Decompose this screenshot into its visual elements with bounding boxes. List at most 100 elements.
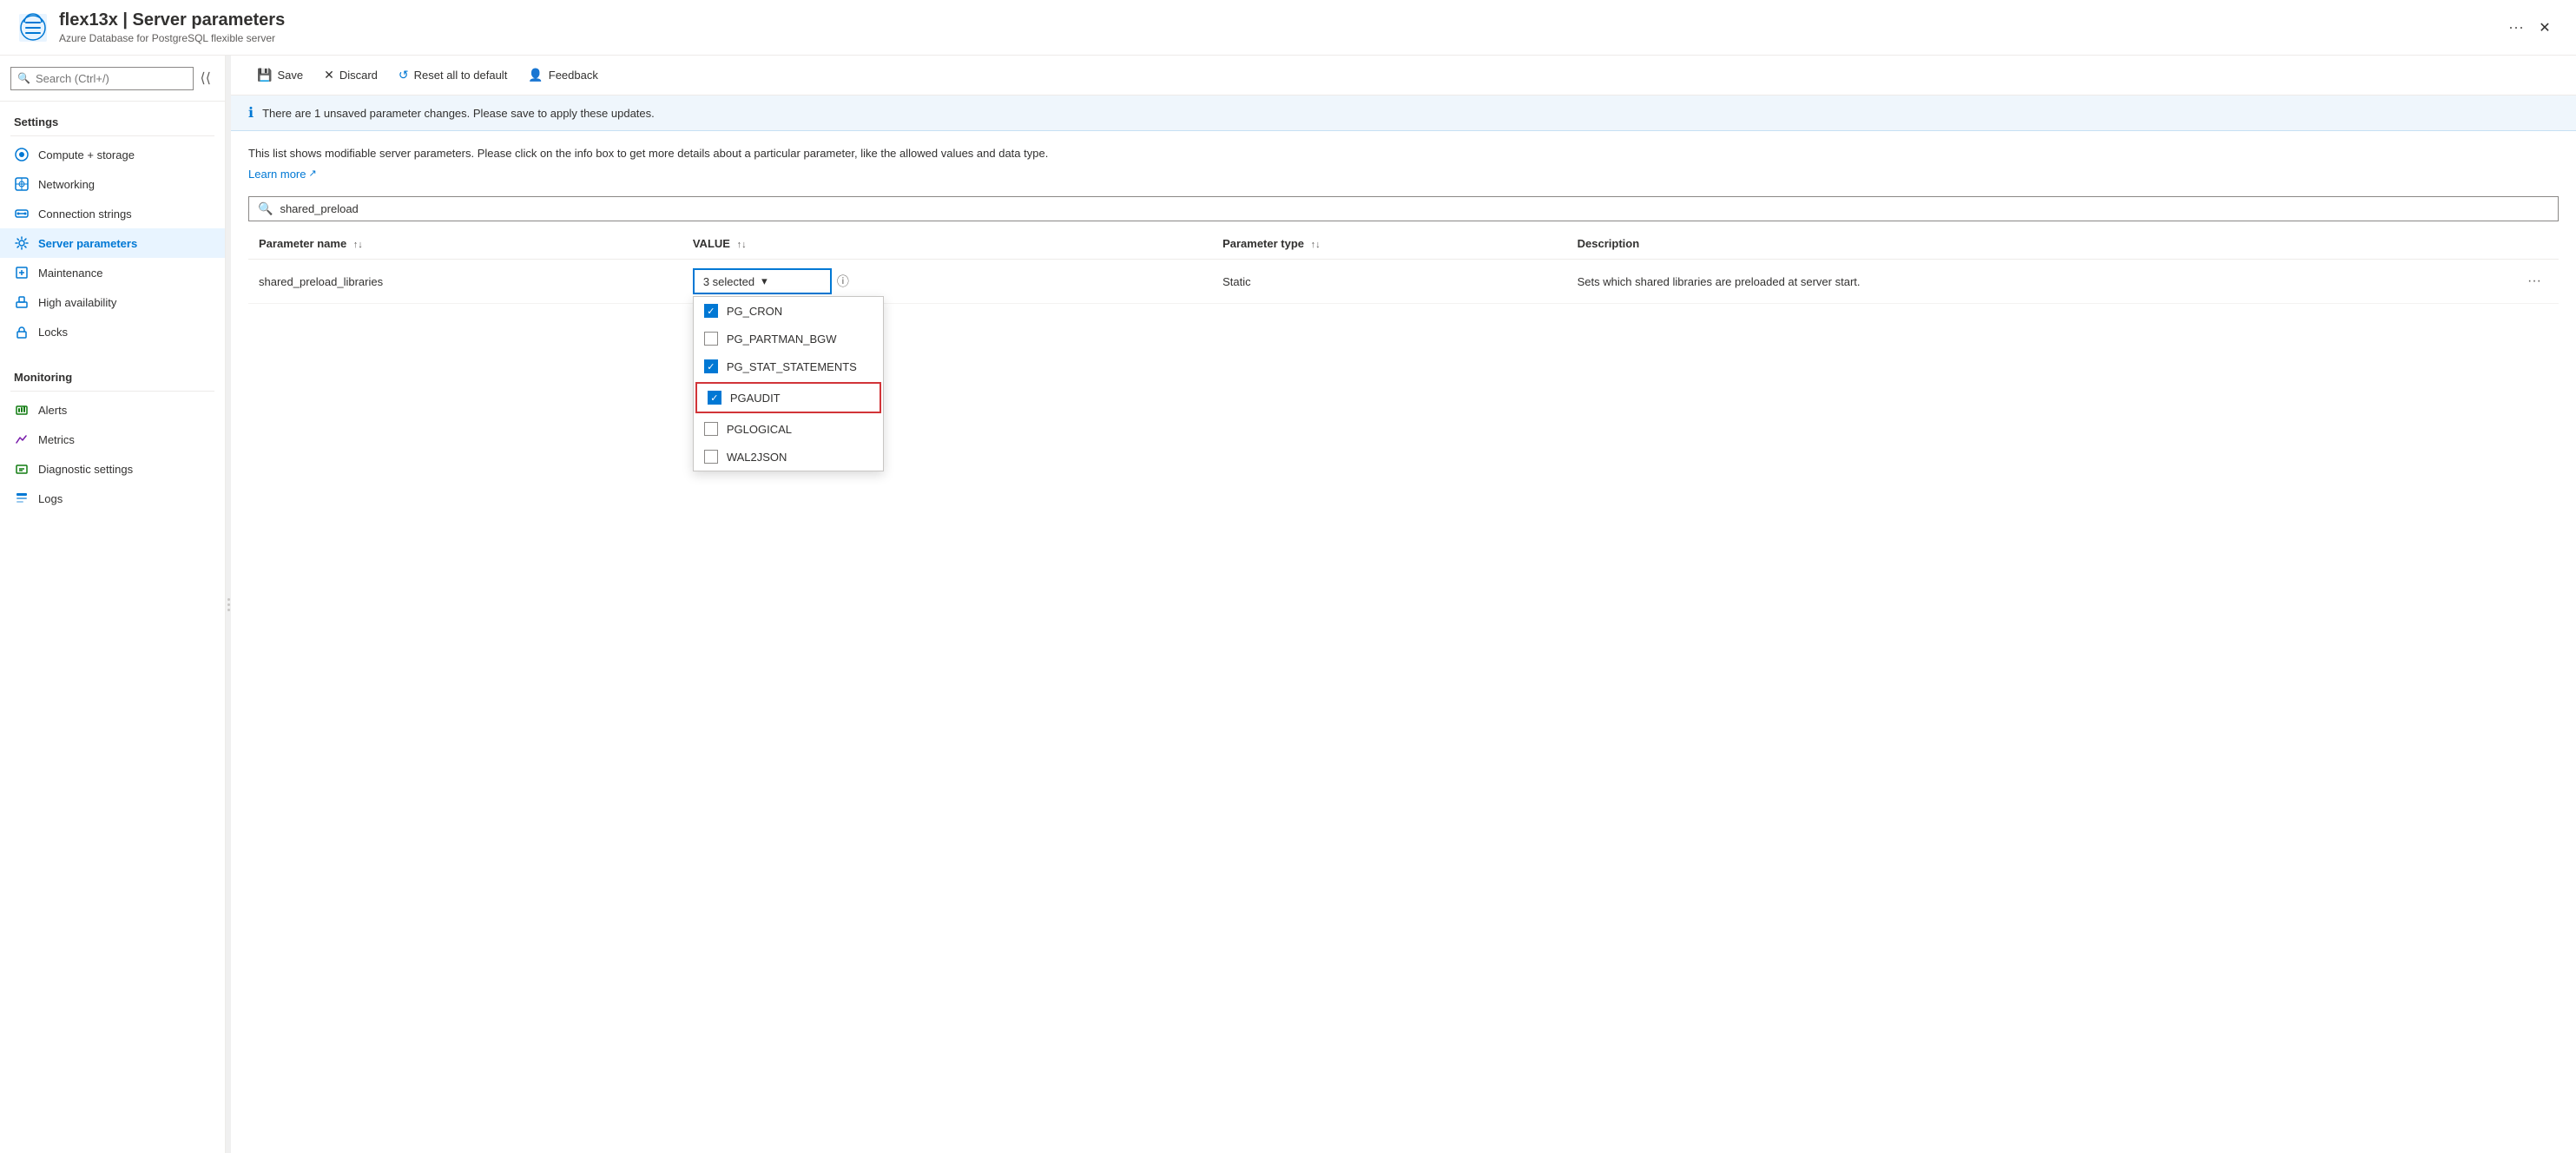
- sidebar-item-diagnostic-settings[interactable]: Diagnostic settings: [0, 454, 225, 484]
- sidebar-search-input[interactable]: [10, 67, 194, 90]
- networking-icon: [14, 176, 30, 192]
- dropdown-item-pg-cron[interactable]: PG_CRON: [694, 297, 883, 325]
- sidebar-item-high-availability[interactable]: High availability: [0, 287, 225, 317]
- info-icon: ℹ: [248, 104, 254, 122]
- monitoring-section-label: Monitoring: [0, 357, 225, 387]
- table-container: Parameter name ↑↓ VALUE ↑↓ Parameter typ…: [231, 228, 2576, 1153]
- sort-icon-parameter-name: ↑↓: [353, 240, 363, 250]
- sidebar-item-server-parameters[interactable]: Server parameters: [0, 228, 225, 258]
- header-ellipsis-button[interactable]: ···: [2501, 15, 2531, 40]
- page-subtitle: Azure Database for PostgreSQL flexible s…: [59, 32, 2493, 44]
- settings-section-label: Settings: [0, 102, 225, 132]
- sidebar-item-compute-storage[interactable]: Compute + storage: [0, 140, 225, 169]
- sidebar-item-label: Compute + storage: [38, 148, 135, 161]
- row-ellipsis-button[interactable]: ···: [2520, 270, 2548, 293]
- alerts-icon: [14, 402, 30, 418]
- discard-icon: ✕: [324, 68, 334, 82]
- feedback-button[interactable]: 👤 Feedback: [519, 63, 607, 88]
- info-banner-message: There are 1 unsaved parameter changes. P…: [262, 107, 655, 120]
- sidebar-item-metrics[interactable]: Metrics: [0, 425, 225, 454]
- reset-button[interactable]: ↺ Reset all to default: [390, 63, 516, 88]
- dropdown-item-label-pg-stat-statements: PG_STAT_STATEMENTS: [727, 360, 857, 373]
- checkbox-wal2json[interactable]: [704, 450, 718, 464]
- cell-parameter-name: shared_preload_libraries: [248, 260, 682, 304]
- sidebar-item-label: Logs: [38, 492, 63, 505]
- dropdown-item-label-wal2json: WAL2JSON: [727, 451, 787, 464]
- cell-description: Sets which shared libraries are preloade…: [1567, 260, 2559, 304]
- sidebar-item-label: Connection strings: [38, 208, 132, 221]
- sidebar-item-logs[interactable]: Logs: [0, 484, 225, 513]
- sidebar-item-label: Server parameters: [38, 237, 137, 250]
- description-area: This list shows modifiable server parame…: [231, 131, 2576, 189]
- dropdown-menu: PG_CRON PG_PARTMAN_BGW: [693, 296, 884, 471]
- sidebar-search-icon: 🔍: [17, 72, 30, 84]
- sidebar-item-locks[interactable]: Locks: [0, 317, 225, 346]
- server-parameters-icon: [14, 235, 30, 251]
- col-description: Description: [1567, 228, 2559, 260]
- monitoring-divider: [10, 391, 214, 392]
- metrics-icon: [14, 432, 30, 447]
- dropdown-chevron-icon: ▾: [761, 274, 768, 288]
- value-info-icon[interactable]: ⓘ: [837, 273, 849, 290]
- dropdown-item-wal2json[interactable]: WAL2JSON: [694, 443, 883, 471]
- checkbox-pg-cron[interactable]: [704, 304, 718, 318]
- learn-more-link[interactable]: Learn more ↗: [248, 166, 317, 183]
- parameter-search-input[interactable]: [280, 202, 2549, 215]
- selected-value-label: 3 selected: [703, 275, 754, 288]
- col-parameter-name[interactable]: Parameter name ↑↓: [248, 228, 682, 260]
- page-title: flex13x | Server parameters: [59, 10, 2493, 30]
- dropdown-item-pglogical[interactable]: PGLOGICAL: [694, 415, 883, 443]
- dropdown-item-label-pg-partman-bgw: PG_PARTMAN_BGW: [727, 333, 837, 346]
- discard-button[interactable]: ✕ Discard: [315, 63, 386, 88]
- sidebar-item-networking[interactable]: Networking: [0, 169, 225, 199]
- feedback-icon: 👤: [528, 68, 543, 82]
- sidebar-item-label: Networking: [38, 178, 95, 191]
- content-area: 💾 Save ✕ Discard ↺ Reset all to default …: [231, 56, 2576, 1153]
- save-icon: 💾: [257, 68, 272, 82]
- sort-icon-value: ↑↓: [737, 240, 747, 250]
- checkbox-pgaudit[interactable]: [708, 391, 721, 405]
- dropdown-item-pgaudit[interactable]: PGAUDIT: [695, 382, 881, 413]
- search-bar-icon: 🔍: [258, 201, 273, 216]
- header: flex13x | Server parameters Azure Databa…: [0, 0, 2576, 56]
- maintenance-icon: [14, 265, 30, 280]
- dropdown-item-pg-partman-bgw[interactable]: PG_PARTMAN_BGW: [694, 325, 883, 352]
- value-dropdown-wrapper: 3 selected ▾ PG_CRO: [693, 268, 832, 294]
- sidebar: 🔍 ⟨⟨ Settings Compute + storage Networki…: [0, 56, 226, 1153]
- info-banner: ℹ There are 1 unsaved parameter changes.…: [231, 96, 2576, 131]
- sidebar-item-maintenance[interactable]: Maintenance: [0, 258, 225, 287]
- search-bar-area: 🔍: [231, 189, 2576, 228]
- sidebar-item-label: High availability: [38, 296, 116, 309]
- value-dropdown-button[interactable]: 3 selected ▾: [693, 268, 832, 294]
- sidebar-item-label: Locks: [38, 326, 68, 339]
- search-bar: 🔍: [248, 196, 2559, 221]
- checkbox-pg-partman-bgw[interactable]: [704, 332, 718, 346]
- col-value[interactable]: VALUE ↑↓: [682, 228, 1212, 260]
- compute-storage-icon: [14, 147, 30, 162]
- table-row: shared_preload_libraries 3 selected ▾: [248, 260, 2559, 304]
- connection-strings-icon: [14, 206, 30, 221]
- checkbox-pg-stat-statements[interactable]: [704, 359, 718, 373]
- table-header-row: Parameter name ↑↓ VALUE ↑↓ Parameter typ…: [248, 228, 2559, 260]
- logs-icon: [14, 491, 30, 506]
- parameters-table: Parameter name ↑↓ VALUE ↑↓ Parameter typ…: [248, 228, 2559, 304]
- dropdown-item-pg-stat-statements[interactable]: PG_STAT_STATEMENTS: [694, 352, 883, 380]
- dropdown-item-label-pg-cron: PG_CRON: [727, 305, 782, 318]
- sidebar-collapse-button[interactable]: ⟨⟨: [194, 63, 218, 94]
- reset-icon: ↺: [399, 68, 409, 82]
- sidebar-item-label: Alerts: [38, 404, 67, 417]
- sidebar-item-connection-strings[interactable]: Connection strings: [0, 199, 225, 228]
- sidebar-item-label: Maintenance: [38, 267, 102, 280]
- save-button[interactable]: 💾 Save: [248, 63, 312, 88]
- diagnostic-settings-icon: [14, 461, 30, 477]
- sidebar-item-alerts[interactable]: Alerts: [0, 395, 225, 425]
- cell-value: 3 selected ▾ PG_CRO: [682, 260, 1212, 304]
- sidebar-item-label: Metrics: [38, 433, 75, 446]
- close-button[interactable]: ✕: [2531, 14, 2559, 42]
- col-parameter-type[interactable]: Parameter type ↑↓: [1212, 228, 1567, 260]
- checkbox-pglogical[interactable]: [704, 422, 718, 436]
- dropdown-item-label-pgaudit: PGAUDIT: [730, 392, 781, 405]
- server-icon: [17, 12, 49, 43]
- dropdown-item-label-pglogical: PGLOGICAL: [727, 423, 792, 436]
- sort-icon-parameter-type: ↑↓: [1311, 240, 1321, 250]
